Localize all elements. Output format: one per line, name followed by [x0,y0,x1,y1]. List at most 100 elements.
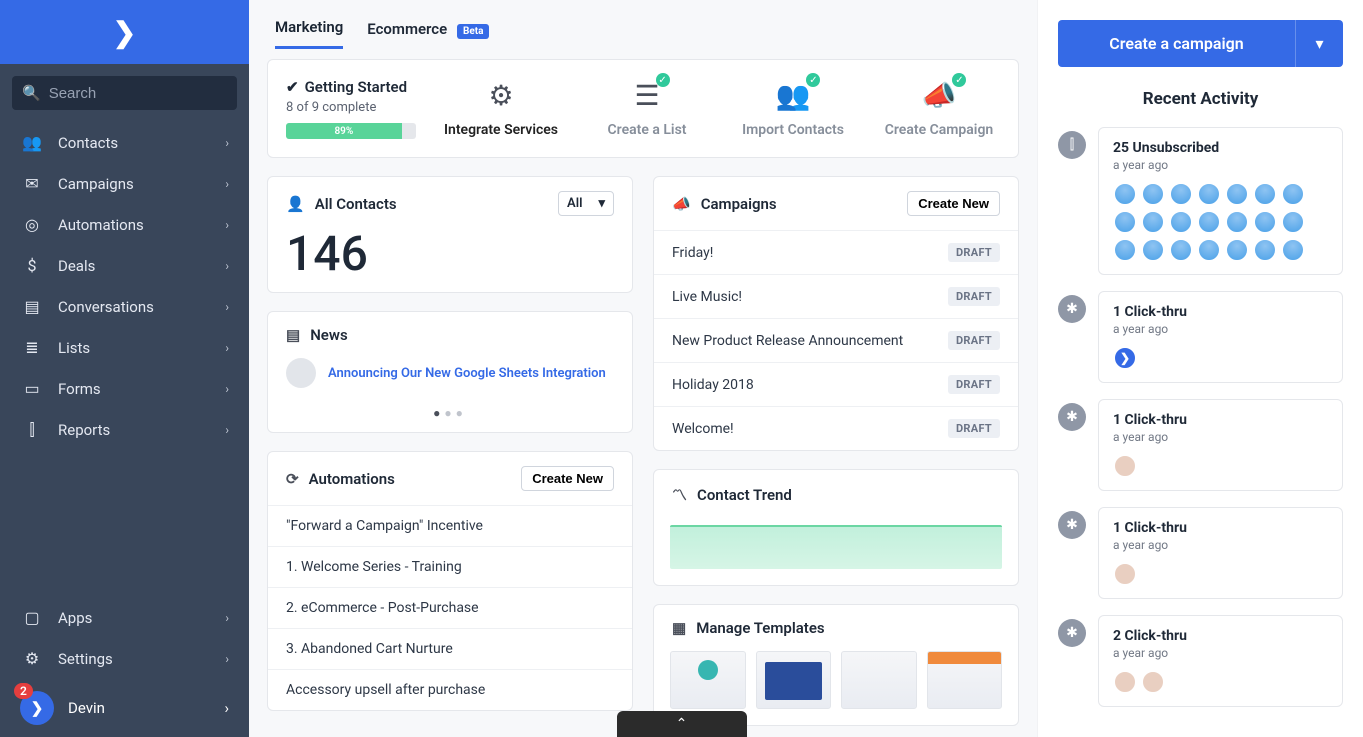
create-campaign-button[interactable]: Create New [907,191,1000,216]
megaphone-icon: 📣 [672,195,691,213]
step-create-list[interactable]: ☰✓Create a List [586,79,708,138]
automation-row[interactable]: "Forward a Campaign" Incentive [268,505,632,546]
list-icon: ☰✓ [634,79,659,112]
card-title: All Contacts [315,195,397,213]
sidebar-item-automations[interactable]: ◎Automations› [0,204,249,245]
main-content: Marketing Ecommerce Beta ✔Getting Starte… [249,0,1037,737]
check-icon: ✓ [656,73,670,87]
sidebar-item-settings[interactable]: ⚙Settings› [0,638,249,679]
template-thumbnail[interactable] [841,651,917,709]
news-headline-link[interactable]: Announcing Our New Google Sheets Integra… [328,366,606,381]
sidebar-item-reports[interactable]: ⫿Reports› [0,409,249,451]
progress-bar: 89% [286,123,416,139]
sidebar-item-label: Forms [58,380,101,398]
sidebar-item-label: Apps [58,609,92,627]
logo[interactable]: ❯ [0,0,249,64]
chevron-right-icon: › [225,218,229,232]
activity-time: a year ago [1113,430,1328,444]
create-campaign-dropdown-button[interactable]: ▾ [1295,20,1343,67]
activity-avatars [1113,670,1328,694]
avatar [1169,182,1193,206]
activity-item[interactable]: ✱1 Click-thrua year ago [1058,399,1343,491]
automation-row[interactable]: Accessory upsell after purchase [268,669,632,710]
activity-title: 25 Unsubscribed [1113,140,1328,156]
card-title: Manage Templates [696,619,824,637]
campaign-row[interactable]: New Product Release AnnouncementDRAFT [654,318,1018,362]
megaphone-icon: 📣✓ [922,79,957,112]
carousel-dots[interactable]: ●●● [268,400,632,432]
step-import-contacts[interactable]: 👥✓Import Contacts [732,79,854,138]
avatar [1113,562,1137,586]
search-input[interactable] [49,85,248,102]
logo-icon: ❯ [113,16,136,49]
sidebar-item-apps[interactable]: ▢Apps› [0,597,249,638]
avatar [1169,238,1193,262]
campaign-row[interactable]: Welcome!DRAFT [654,406,1018,450]
sidebar-item-deals[interactable]: $Deals› [0,245,249,286]
status-badge: DRAFT [948,243,1000,262]
chevron-right-icon: › [225,341,229,355]
avatar [1197,238,1221,262]
sidebar-item-conversations[interactable]: ▤Conversations› [0,286,249,327]
template-thumbnail[interactable] [756,651,832,709]
progress-fill: 89% [286,123,402,139]
avatar [1253,182,1277,206]
chevron-right-icon: › [224,699,229,717]
activity-item[interactable]: ✱1 Click-thrua year ago [1058,507,1343,599]
template-thumbnail[interactable] [670,651,746,709]
avatar [1253,210,1277,234]
sidebar-item-user[interactable]: ❯ 2 Devin › [0,679,249,737]
trend-chart [670,525,1002,569]
chevron-right-icon: › [225,611,229,625]
activity-type-icon: ✱ [1058,619,1086,647]
sidebar: ❯ 🔍 👥Contacts› ✉Campaigns› ◎Automations›… [0,0,249,737]
chevron-right-icon: › [225,300,229,314]
sidebar-item-label: Campaigns [58,175,134,193]
create-automation-button[interactable]: Create New [521,466,614,491]
sidebar-item-label: Reports [58,421,110,439]
sidebar-item-label: Automations [58,216,144,234]
activity-avatars [1113,454,1328,478]
avatar [1113,182,1137,206]
template-thumbnail[interactable] [927,651,1003,709]
nav-primary: 👥Contacts› ✉Campaigns› ◎Automations› $De… [0,122,249,597]
status-badge: DRAFT [948,287,1000,306]
step-create-campaign[interactable]: 📣✓Create Campaign [878,79,1000,138]
automation-row[interactable]: 2. eCommerce - Post-Purchase [268,587,632,628]
chevron-right-icon: › [225,382,229,396]
activity-item[interactable]: ⫿25 Unsubscribeda year ago [1058,127,1343,275]
activity-item[interactable]: ✱2 Click-thrua year ago [1058,615,1343,707]
campaign-row[interactable]: Friday!DRAFT [654,230,1018,274]
author-avatar [286,358,316,388]
sidebar-item-contacts[interactable]: 👥Contacts› [0,122,249,163]
contacts-filter-select[interactable]: All ▾ [558,191,614,216]
activity-time: a year ago [1113,538,1328,552]
gear-icon: ⚙ [488,79,513,112]
tab-marketing[interactable]: Marketing [275,18,343,49]
automation-row[interactable]: 1. Welcome Series - Training [268,546,632,587]
step-integrate-services[interactable]: ⚙Integrate Services [440,79,562,138]
sidebar-item-forms[interactable]: ▭Forms› [0,368,249,409]
contacts-icon: 👥 [20,133,44,152]
activity-type-icon: ✱ [1058,511,1086,539]
tab-ecommerce[interactable]: Ecommerce Beta [367,20,489,48]
user-avatar: ❯ 2 [20,691,54,725]
activity-time: a year ago [1113,322,1328,336]
automation-row[interactable]: 3. Abandoned Cart Nurture [268,628,632,669]
bottom-tray-toggle[interactable]: ⌃ [617,711,747,737]
campaign-row[interactable]: Live Music!DRAFT [654,274,1018,318]
activity-item[interactable]: ✱1 Click-thrua year ago❯ [1058,291,1343,383]
chevron-right-icon: › [225,652,229,666]
activity-avatars [1113,562,1328,586]
sidebar-item-lists[interactable]: ≣Lists› [0,327,249,368]
campaign-row[interactable]: Holiday 2018DRAFT [654,362,1018,406]
tabs: Marketing Ecommerce Beta [267,0,1019,59]
sidebar-item-campaigns[interactable]: ✉Campaigns› [0,163,249,204]
news-icon: ▤ [286,326,300,344]
create-campaign-main-button[interactable]: Create a campaign [1058,20,1295,67]
search-box[interactable]: 🔍 [12,76,237,110]
campaigns-card: 📣 Campaigns Create New Friday!DRAFT Live… [653,176,1019,451]
avatar [1113,238,1137,262]
card-title: Contact Trend [697,486,792,504]
automations-card: ⟳ Automations Create New "Forward a Camp… [267,451,633,711]
